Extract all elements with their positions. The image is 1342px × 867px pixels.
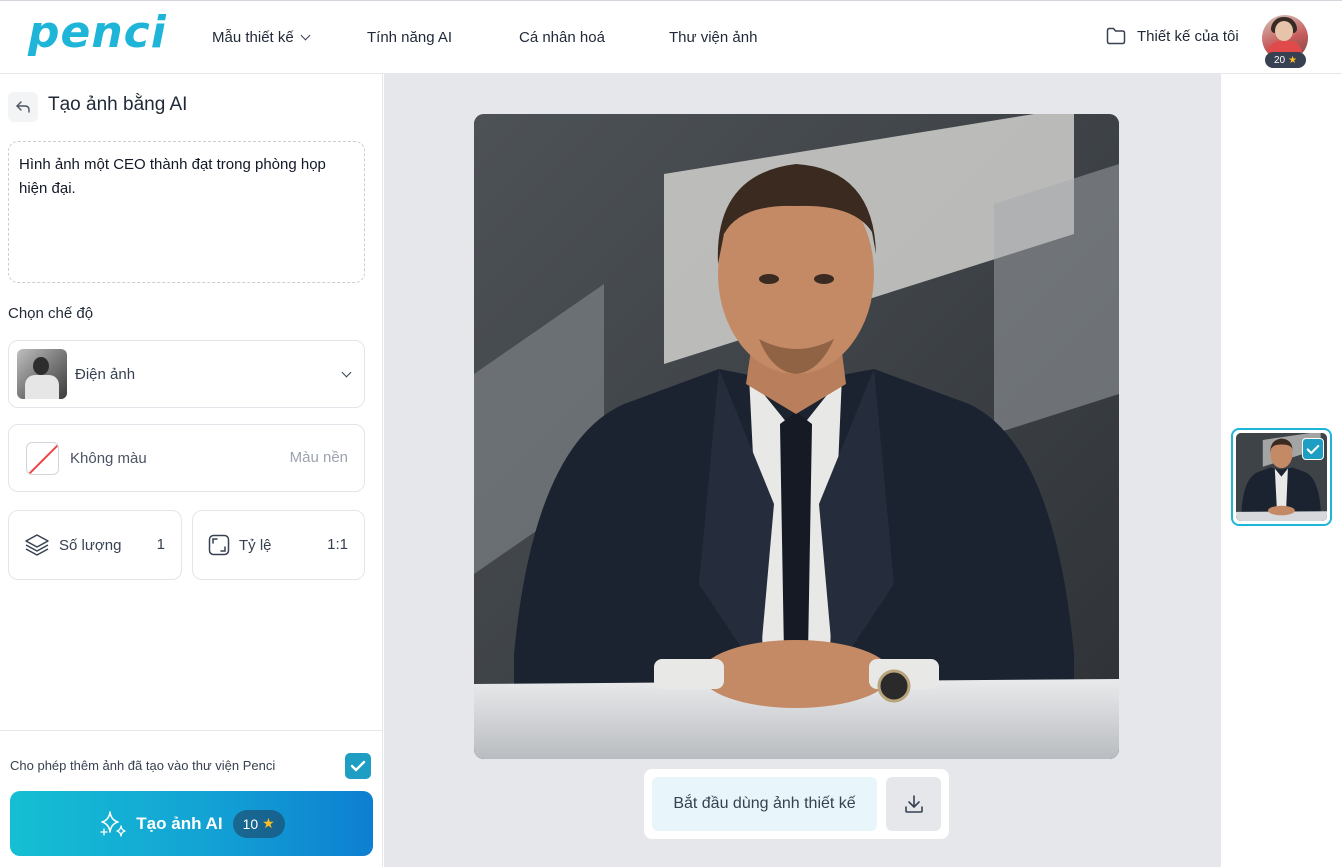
quantity-selector[interactable]: Số lượng 1 — [8, 510, 182, 580]
thumbnail-selected-checkbox[interactable] — [1302, 438, 1324, 460]
generate-cost: 10 — [242, 815, 259, 832]
chevron-down-icon — [341, 367, 352, 378]
check-icon — [1306, 444, 1320, 454]
ceo-portrait-image — [474, 114, 1119, 759]
nav-ai-features[interactable]: Tính năng AI — [367, 29, 452, 46]
my-designs-link[interactable]: Thiết kế của tôi — [1106, 27, 1239, 45]
generate-ai-image-button[interactable]: Tạo ảnh AI 10 ★ — [10, 791, 373, 856]
star-icon: ★ — [262, 815, 275, 831]
star-balance-badge: 20 ★ — [1265, 52, 1306, 68]
generate-label: Tạo ảnh AI — [136, 813, 223, 833]
mode-select[interactable]: Điện ảnh — [8, 340, 365, 408]
ratio-value: 1:1 — [327, 536, 348, 553]
folder-icon — [1106, 27, 1126, 45]
top-header: penci Mẫu thiết kế Tính năng AI Cá nhân … — [0, 0, 1342, 74]
aspect-ratio-icon — [208, 534, 230, 556]
mode-section-label: Chọn chế độ — [8, 305, 94, 322]
generate-cost-badge: 10 ★ — [232, 809, 285, 838]
generated-images-strip — [1221, 74, 1342, 867]
chevron-down-icon — [300, 30, 311, 41]
mode-thumbnail — [17, 349, 67, 399]
allow-library-label: Cho phép thêm ảnh đã tạo vào thư viện Pe… — [10, 758, 276, 773]
ratio-label: Tỷ lệ — [239, 536, 272, 554]
generated-image[interactable] — [474, 114, 1119, 759]
download-button[interactable] — [886, 777, 941, 831]
nav-photo-library[interactable]: Thư viện ảnh — [669, 29, 757, 46]
use-image-in-design-button[interactable]: Bắt đầu dùng ảnh thiết kế — [652, 777, 877, 831]
nav-templates[interactable]: Mẫu thiết kế — [212, 29, 311, 46]
generated-image-thumbnail[interactable] — [1231, 428, 1332, 526]
layers-icon — [25, 534, 49, 556]
back-arrow-icon — [16, 101, 30, 113]
image-toolbar: Bắt đầu dùng ảnh thiết kế — [644, 769, 949, 839]
prompt-input[interactable] — [8, 141, 365, 283]
color-value: Không màu — [70, 449, 147, 467]
download-icon — [904, 795, 923, 813]
check-icon — [350, 760, 366, 772]
star-balance-count: 20 — [1273, 54, 1286, 66]
divider — [0, 730, 383, 731]
quantity-value: 1 — [156, 536, 165, 553]
nav-templates-label: Mẫu thiết kế — [212, 29, 294, 46]
quantity-label: Số lượng — [59, 536, 122, 554]
star-icon: ★ — [1288, 54, 1298, 66]
panel-title: Tạo ảnh bằng AI — [48, 94, 188, 115]
my-designs-label: Thiết kế của tôi — [1137, 27, 1239, 45]
mode-value: Điện ảnh — [75, 365, 136, 383]
no-color-swatch-icon — [26, 441, 59, 475]
back-button[interactable] — [8, 92, 38, 122]
aspect-ratio-selector[interactable]: Tỷ lệ 1:1 — [192, 510, 365, 580]
sparkle-icon — [100, 810, 126, 837]
penci-logo[interactable]: penci — [28, 7, 167, 58]
canvas-area: Bắt đầu dùng ảnh thiết kế — [384, 74, 1221, 867]
color-field-label: Màu nền — [289, 449, 348, 466]
background-color-picker[interactable]: Không màu Màu nền — [8, 424, 365, 492]
nav-personalize[interactable]: Cá nhân hoá — [519, 29, 605, 46]
allow-library-checkbox[interactable] — [345, 753, 371, 779]
ai-image-panel: Tạo ảnh bằng AI Chọn chế độ Điện ảnh Khô… — [0, 74, 383, 867]
